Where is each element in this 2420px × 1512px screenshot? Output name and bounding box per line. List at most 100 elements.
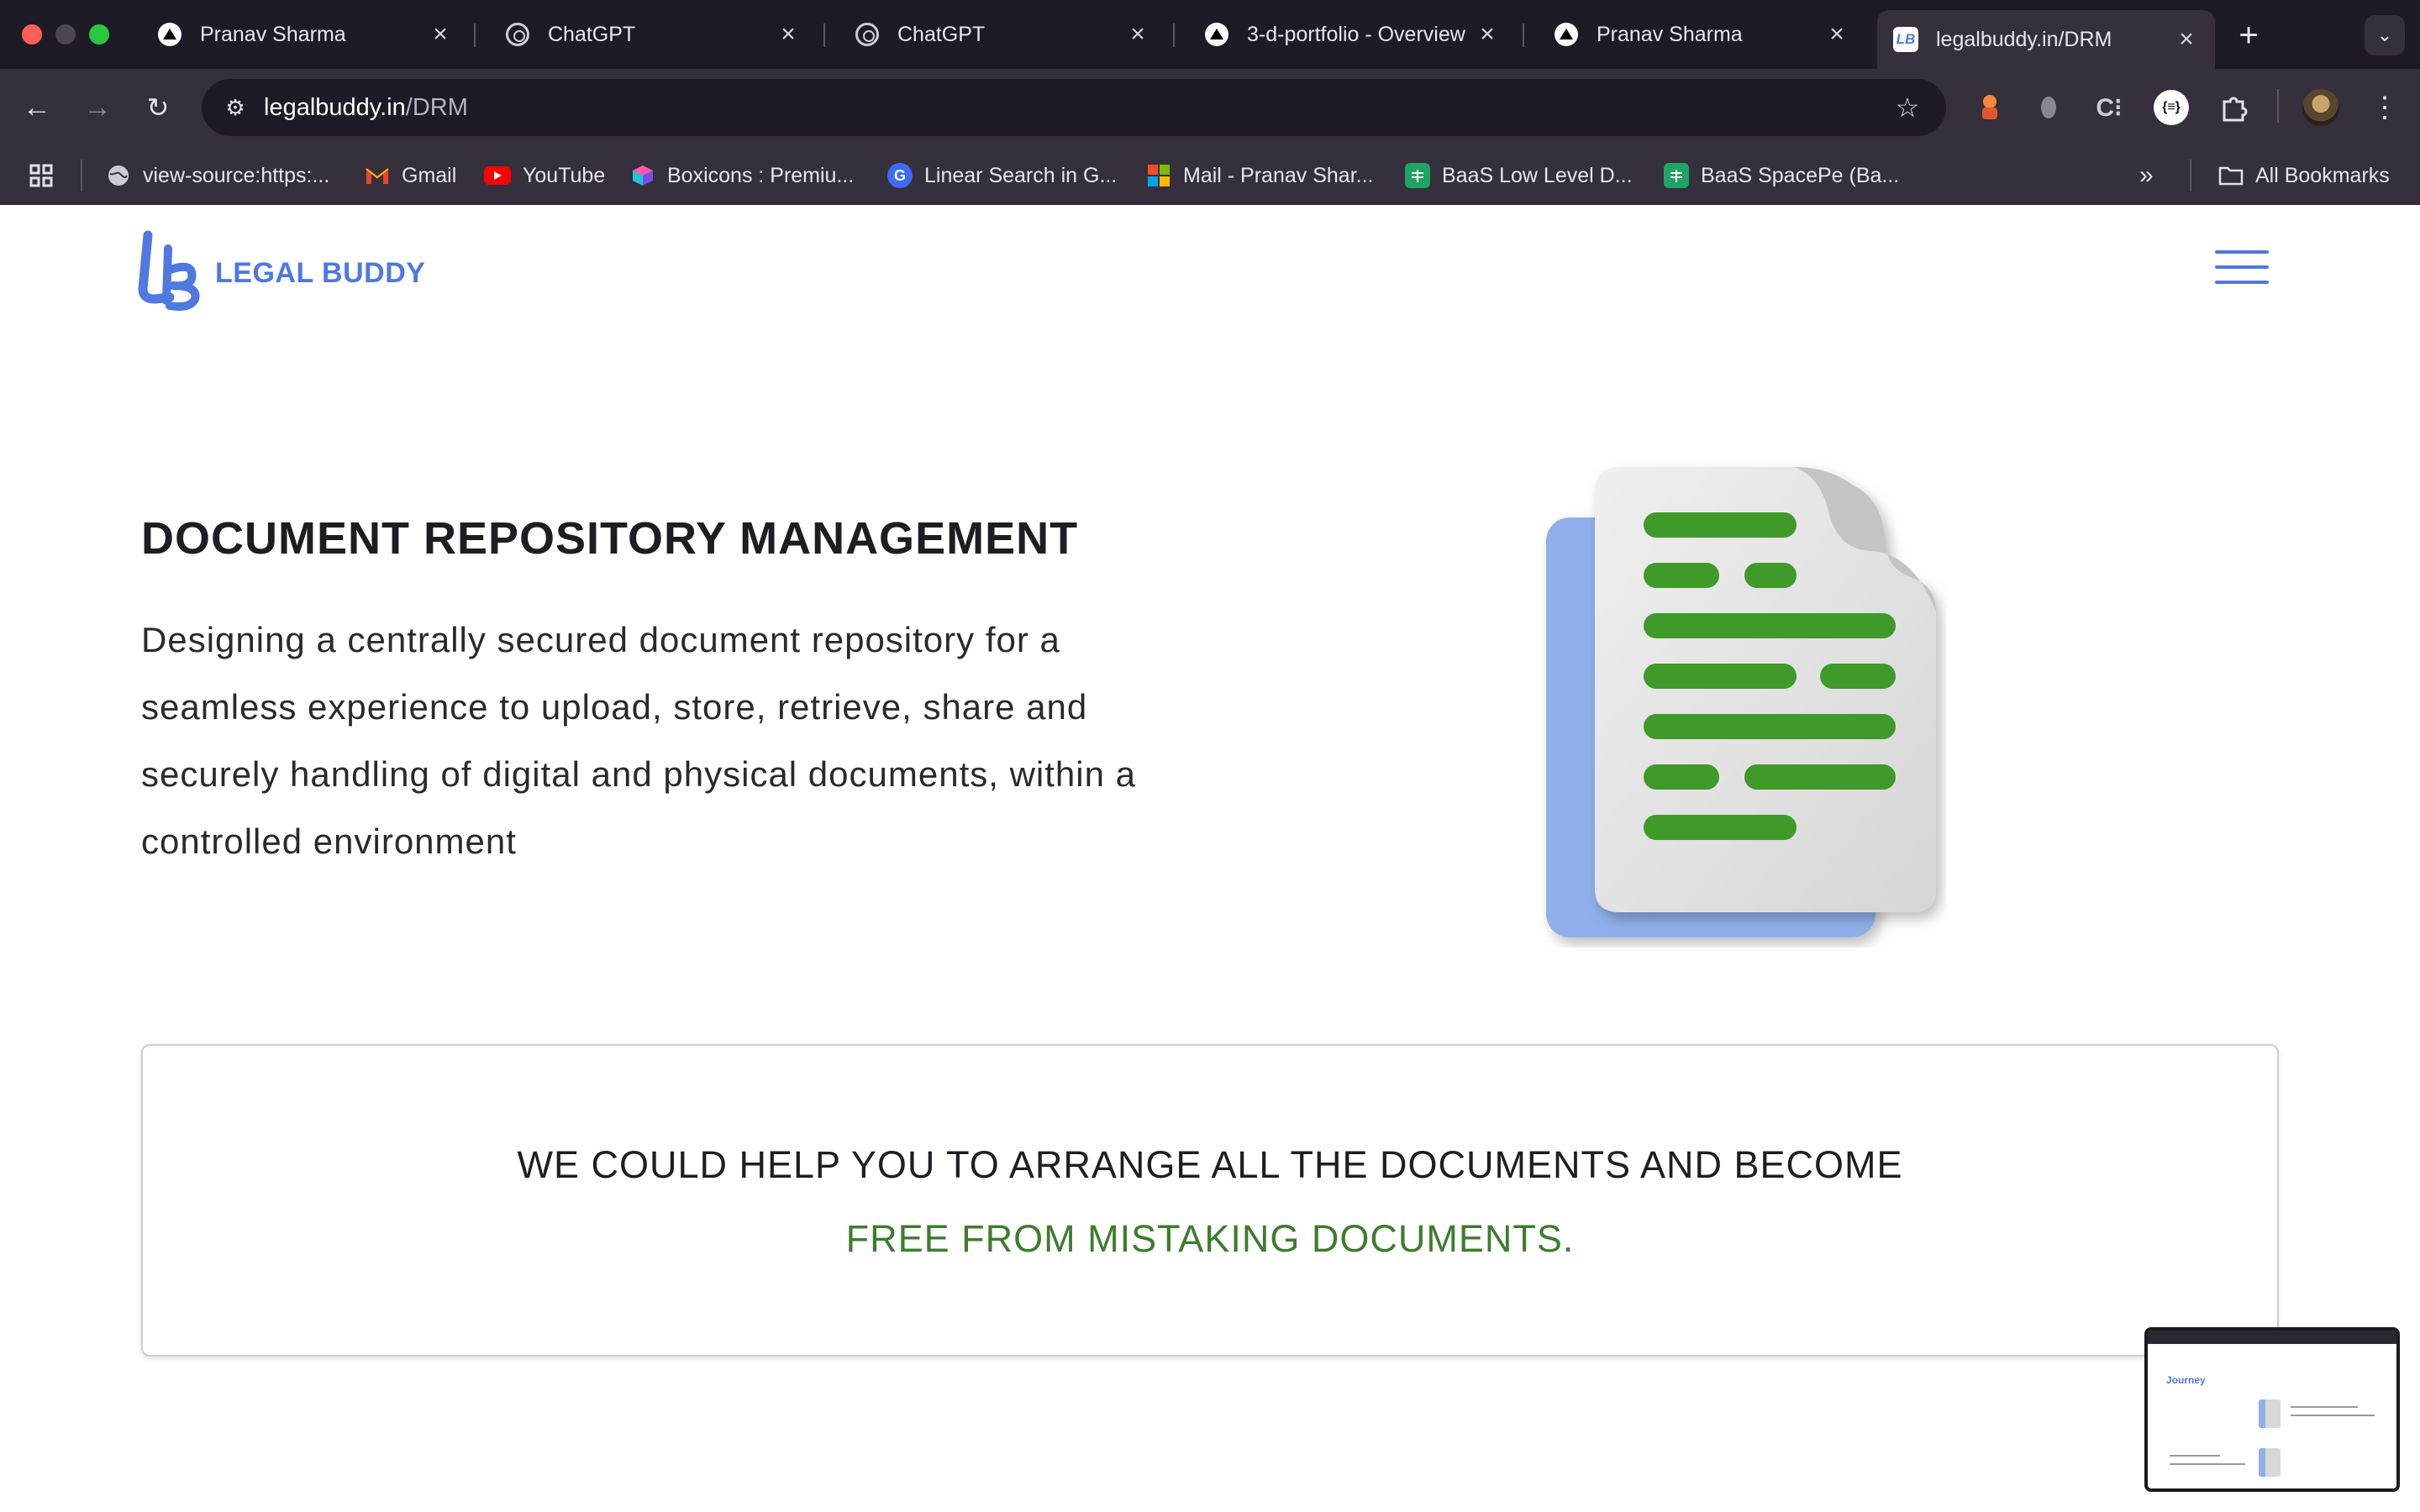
browser-tab-active[interactable]: LB legalbuddy.in/DRM × bbox=[1877, 10, 2215, 69]
close-icon[interactable]: × bbox=[1820, 18, 1854, 51]
youtube-icon bbox=[484, 166, 511, 185]
thumbnail-document-icon bbox=[2259, 1399, 2281, 1428]
sheets-icon bbox=[1405, 163, 1430, 188]
lb-logo-mark-icon bbox=[136, 230, 203, 311]
bookmark-label: BaaS Low Level D... bbox=[1442, 163, 1633, 187]
window-minimize-button[interactable] bbox=[55, 24, 76, 45]
bookmark-label: Gmail bbox=[402, 163, 457, 187]
globe-icon bbox=[106, 163, 131, 188]
sheets-icon bbox=[1664, 163, 1689, 188]
close-icon[interactable]: × bbox=[424, 18, 457, 51]
web-page: LEGAL BUDDY DOCUMENT REPOSITORY MANAGEME… bbox=[0, 205, 2420, 1512]
window-close-button[interactable] bbox=[22, 24, 42, 45]
url-text[interactable]: legalbuddy.in/DRM bbox=[264, 94, 468, 122]
extension-ghost-icon[interactable] bbox=[2028, 87, 2069, 128]
bookmark-youtube[interactable]: YouTube bbox=[484, 159, 605, 192]
new-tab-button[interactable]: + bbox=[2230, 17, 2267, 54]
thumbnail-text-line bbox=[2170, 1463, 2245, 1465]
toolbar-divider bbox=[2277, 89, 2279, 123]
screenshot-preview-thumbnail[interactable]: Journey bbox=[2144, 1327, 2400, 1492]
hamburger-menu-icon[interactable] bbox=[2215, 250, 2269, 284]
legalbuddy-icon: LB bbox=[1892, 26, 1919, 53]
site-settings-icon[interactable]: ⚙ bbox=[215, 87, 255, 128]
window-zoom-button[interactable] bbox=[89, 24, 109, 45]
close-icon[interactable]: × bbox=[771, 18, 805, 51]
browser-tab[interactable]: Pranav Sharma × bbox=[1538, 12, 1865, 57]
bookmarks-divider bbox=[81, 160, 82, 192]
extension-c-icon[interactable]: C⁝ bbox=[2089, 87, 2129, 128]
address-bar[interactable]: ⚙ legalbuddy.in/DRM ☆ bbox=[202, 79, 1946, 136]
extensions-puzzle-icon[interactable] bbox=[2213, 87, 2254, 128]
tab-title: Pranav Sharma bbox=[1597, 22, 1743, 46]
bookmark-star-icon[interactable]: ☆ bbox=[1889, 89, 1926, 126]
page-title: DOCUMENT REPOSITORY MANAGEMENT bbox=[141, 513, 1079, 564]
browser-tab[interactable]: ChatGPT × bbox=[489, 12, 817, 57]
bookmark-label: view-source:https:... bbox=[143, 163, 330, 187]
triangle-icon bbox=[156, 21, 183, 48]
bookmark-view-source[interactable]: view-source:https:... bbox=[106, 159, 329, 192]
cta-line-2: FREE FROM MISTAKING DOCUMENTS. bbox=[845, 1217, 1575, 1260]
legal-buddy-logo[interactable]: LEGAL BUDDY bbox=[136, 230, 425, 311]
back-button[interactable]: ← bbox=[17, 87, 57, 128]
browser-tab[interactable]: Pranav Sharma × bbox=[141, 12, 469, 57]
thumbnail-text-line bbox=[2170, 1455, 2220, 1457]
folder-icon bbox=[2218, 163, 2244, 188]
thumbnail-title: Journey bbox=[2166, 1374, 2206, 1386]
thumbnail-browser-bar bbox=[2148, 1331, 2396, 1344]
bookmarks-bar: view-source:https:... Gmail YouTube Boxi… bbox=[0, 146, 2420, 205]
tab-title: Pranav Sharma bbox=[200, 22, 346, 46]
tab-title: 3-d-portfolio - Overview bbox=[1247, 22, 1465, 46]
tab-divider bbox=[823, 24, 825, 47]
bookmark-label: YouTube bbox=[523, 163, 606, 187]
bookmark-gmail[interactable]: Gmail bbox=[365, 159, 456, 192]
bookmark-label: Boxicons : Premiu... bbox=[667, 163, 855, 187]
bookmark-baas-low-level[interactable]: BaaS Low Level D... bbox=[1405, 159, 1633, 192]
bookmark-label: Mail - Pranav Shar... bbox=[1183, 163, 1374, 187]
hero-description: Designing a centrally secured document r… bbox=[141, 620, 1136, 861]
browser-toolbar: ← → ↻ ⚙ legalbuddy.in/DRM ☆ C⁝ {≡} ⋮ bbox=[0, 69, 2420, 146]
tab-divider bbox=[474, 24, 476, 47]
logo-text: LEGAL BUDDY bbox=[215, 256, 426, 289]
reload-button[interactable]: ↻ bbox=[138, 87, 178, 128]
url-host: legalbuddy.in bbox=[264, 94, 406, 121]
bookmark-label: Linear Search in G... bbox=[924, 163, 1118, 187]
tab-divider bbox=[1173, 24, 1175, 47]
browser-tab[interactable]: 3-d-portfolio - Overview × bbox=[1188, 12, 1516, 57]
tab-search-button[interactable]: ⌄ bbox=[2365, 15, 2405, 55]
google-icon: G bbox=[887, 163, 913, 188]
tab-divider bbox=[1523, 24, 1524, 47]
gmail-icon bbox=[365, 163, 390, 188]
bookmark-baas-spacepe[interactable]: BaaS SpacePe (Ba... bbox=[1664, 159, 1899, 192]
thumbnail-text-line bbox=[2291, 1406, 2358, 1408]
bookmark-boxicons[interactable]: Boxicons : Premiu... bbox=[630, 159, 854, 192]
browser-tab-strip: Pranav Sharma × ChatGPT × ChatGPT × 3-d-… bbox=[0, 0, 2420, 69]
more-bookmarks-chevron-icon[interactable]: » bbox=[2139, 159, 2154, 192]
bookmark-linear-search[interactable]: G Linear Search in G... bbox=[887, 159, 1117, 192]
apps-grid-icon[interactable] bbox=[29, 159, 54, 192]
all-bookmarks-label: All Bookmarks bbox=[2255, 163, 2390, 187]
microsoft-icon bbox=[1146, 163, 1171, 188]
browser-tab[interactable]: ChatGPT × bbox=[839, 12, 1166, 57]
json-formatter-extension-icon[interactable]: {≡} bbox=[2151, 87, 2191, 128]
profile-avatar[interactable] bbox=[2301, 87, 2341, 128]
document-illustration-icon bbox=[1543, 452, 1946, 948]
bookmark-label: BaaS SpacePe (Ba... bbox=[1701, 163, 1900, 187]
extension-puppet-icon[interactable] bbox=[1970, 87, 2010, 128]
cta-banner: WE COULD HELP YOU TO ARRANGE ALL THE DOC… bbox=[141, 1044, 2279, 1357]
triangle-icon bbox=[1553, 21, 1580, 48]
thumbnail-document-icon bbox=[2259, 1448, 2281, 1477]
close-icon[interactable]: × bbox=[1470, 18, 1504, 51]
tab-title: ChatGPT bbox=[548, 22, 636, 46]
browser-menu-icon[interactable]: ⋮ bbox=[2365, 87, 2405, 128]
chatgpt-icon bbox=[504, 21, 531, 48]
close-icon[interactable]: × bbox=[2170, 23, 2203, 56]
cta-line-1: WE COULD HELP YOU TO ARRANGE ALL THE DOC… bbox=[517, 1143, 1903, 1186]
close-icon[interactable]: × bbox=[1121, 18, 1155, 51]
bookmark-mail[interactable]: Mail - Pranav Shar... bbox=[1146, 159, 1373, 192]
url-path: /DRM bbox=[405, 94, 468, 121]
bookmarks-divider bbox=[2190, 160, 2191, 192]
triangle-icon bbox=[1203, 21, 1230, 48]
forward-button[interactable]: → bbox=[77, 87, 118, 128]
all-bookmarks-folder[interactable]: All Bookmarks bbox=[2218, 159, 2390, 192]
thumbnail-text-line bbox=[2291, 1415, 2375, 1416]
